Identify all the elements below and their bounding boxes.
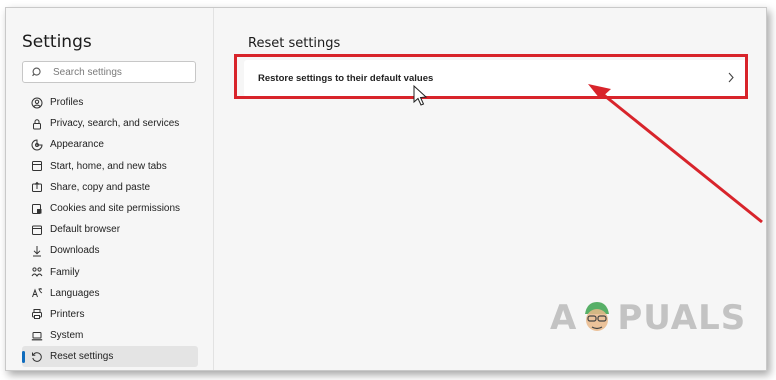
printer-icon	[30, 308, 43, 321]
sidebar-item-label: Default browser	[50, 224, 121, 236]
sidebar-item-label: Downloads	[50, 245, 100, 257]
sidebar-item-label: Reset settings	[50, 351, 114, 363]
restore-defaults-label: Restore settings to their default values	[258, 73, 434, 84]
sidebar-item-label: Languages	[50, 287, 100, 299]
profile-icon	[30, 96, 43, 109]
chevron-right-icon	[728, 72, 734, 83]
sidebar-item-system[interactable]: System	[22, 325, 198, 346]
browser-icon	[30, 223, 43, 236]
sidebar-item-reset-settings[interactable]: Reset settings	[22, 346, 198, 368]
lock-icon	[30, 117, 43, 130]
main-content: Reset settings Restore settings to their…	[214, 8, 766, 370]
system-icon	[30, 329, 43, 342]
sidebar-item-label: Printers	[50, 308, 85, 320]
cookies-icon	[30, 202, 43, 215]
settings-window: Settings Profiles Privacy, search, and s…	[5, 7, 767, 371]
sidebar-item-label: Profiles	[50, 97, 84, 109]
share-icon	[30, 181, 43, 194]
appearance-icon	[30, 138, 43, 151]
sidebar-item-share[interactable]: Share, copy and paste	[22, 177, 198, 198]
family-icon	[30, 266, 43, 279]
search-box[interactable]	[22, 61, 196, 83]
search-icon	[32, 67, 41, 76]
sidebar-item-label: Cookies and site permissions	[50, 203, 181, 215]
sidebar-item-languages[interactable]: Languages	[22, 283, 198, 304]
sidebar-item-label: Family	[50, 266, 80, 278]
download-icon	[30, 244, 43, 257]
sidebar-nav: Profiles Privacy, search, and services A…	[22, 92, 198, 368]
sidebar-item-privacy[interactable]: Privacy, search, and services	[22, 113, 198, 134]
sidebar-item-label: System	[50, 330, 84, 342]
sidebar-item-label: Appearance	[50, 139, 104, 151]
start-icon	[30, 160, 43, 173]
sidebar-item-default-browser[interactable]: Default browser	[22, 219, 198, 240]
search-input[interactable]	[51, 65, 185, 79]
sidebar-item-label: Start, home, and new tabs	[50, 160, 167, 172]
sidebar-item-profiles[interactable]: Profiles	[22, 92, 198, 113]
sidebar-item-printers[interactable]: Printers	[22, 304, 198, 325]
sidebar-item-start-home[interactable]: Start, home, and new tabs	[22, 156, 198, 177]
sidebar-item-family[interactable]: Family	[22, 262, 198, 283]
sidebar-item-label: Share, copy and paste	[50, 181, 151, 193]
sidebar-item-label: Privacy, search, and services	[50, 118, 180, 130]
sidebar-item-downloads[interactable]: Downloads	[22, 240, 198, 261]
page-title: Reset settings	[248, 36, 341, 51]
reset-icon	[30, 350, 43, 363]
restore-defaults-row[interactable]: Restore settings to their default values	[244, 60, 749, 97]
sidebar-item-appearance[interactable]: Appearance	[22, 134, 198, 155]
sidebar-title: Settings	[22, 32, 92, 52]
languages-icon	[30, 287, 43, 300]
sidebar: Settings Profiles Privacy, search, and s…	[6, 8, 214, 370]
sidebar-item-cookies[interactable]: Cookies and site permissions	[22, 198, 198, 219]
